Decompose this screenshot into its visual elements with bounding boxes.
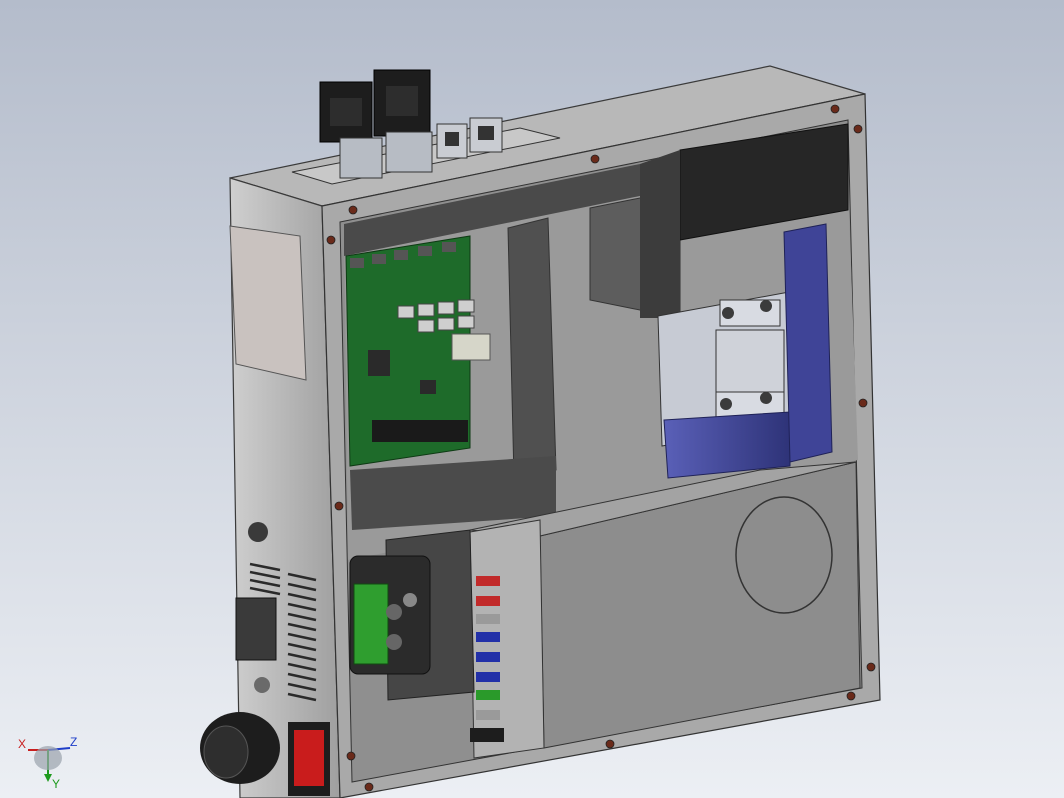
screw [346,751,356,761]
side-hole [248,522,268,542]
axis-triad-icon: X Y Z [18,735,77,790]
relay-heatsink-column [783,223,833,463]
screw [846,691,856,701]
screw [866,662,876,672]
terminal-block-column [469,519,545,759]
red-rocker-switch [288,722,330,796]
screw [590,154,600,164]
pcb-relay [451,333,491,361]
cad-viewport[interactable] [0,0,1064,798]
y-axis-label: Y [52,777,60,790]
pcb-chip [368,350,390,376]
x-axis-label: X [18,737,26,751]
side-label-plate [229,225,307,381]
screw [605,739,615,749]
screw [830,104,840,114]
screw [853,124,863,134]
relay-heatsink [663,411,791,479]
enclosure-model[interactable] [200,65,881,798]
screw [326,235,336,245]
side-switch [235,597,277,661]
rj-connector [469,117,503,153]
control-pcb [345,235,491,467]
triad-disk [34,746,62,770]
screw [364,782,374,792]
z-axis-label: Z [70,735,77,749]
rj-connector [436,123,468,159]
pcb-header [372,420,468,442]
contactor-module [349,555,431,675]
screw [348,205,358,215]
side-hole [254,677,270,693]
divider-bar [507,217,557,479]
pcb-chip [420,380,436,394]
screw [858,398,868,408]
power-module-side [640,150,680,318]
y-arrow [44,774,52,782]
cable-gland [200,712,280,784]
screw [334,501,344,511]
